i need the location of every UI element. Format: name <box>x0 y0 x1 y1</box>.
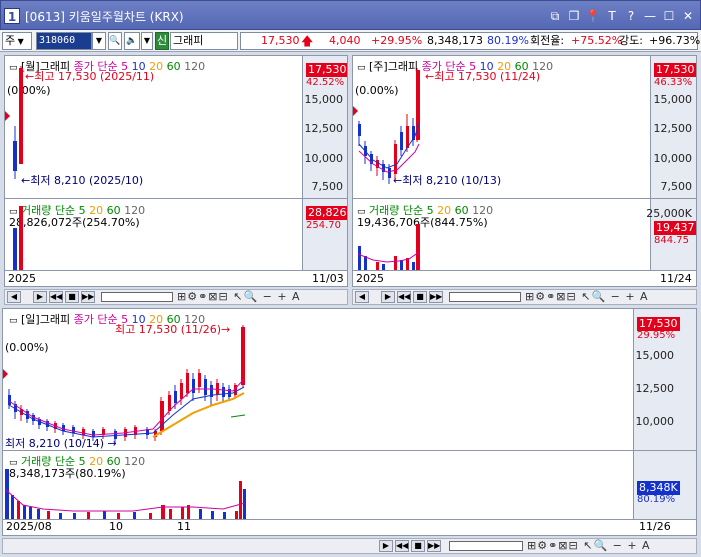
daily-date-label: 11 <box>177 520 191 533</box>
text-icon[interactable]: T <box>604 8 620 24</box>
up-arrow-icon: 🡅 <box>301 34 314 48</box>
monthly-volume-bars <box>13 206 23 270</box>
monthly-date-left: 2025 <box>8 272 36 285</box>
daily-pct: 29.95% <box>637 330 676 341</box>
play-button[interactable]: ▶ <box>33 291 47 303</box>
window-title: [0613] 키움일주월차트 (KRX) <box>25 10 184 24</box>
daily-date-right: 11/26 <box>639 520 671 533</box>
window-controls: ⧉ ❐ 📍 T ? — ☐ ✕ <box>547 8 696 24</box>
stock-toolbar: 주 ▼ 318060 ▼ 🔍 🔈 ▼ 신 그래피 17,530 🡅 4,040 … <box>0 30 701 52</box>
window-titlebar: 1 [0613] 키움일주월차트 (KRX) ⧉ ❐ 📍 T ? — ☐ ✕ <box>0 0 701 30</box>
weekly-volume-badge: 19,437 <box>654 221 696 235</box>
weekly-date-right: 11/24 <box>660 272 692 285</box>
daily-scroll-controls: ▶ ◀◀ ■ ▶▶ ⊞⚙⚭⊠⊟ ↖🔍 − + A <box>2 538 697 554</box>
code-dropdown-icon[interactable]: ▼ <box>92 32 106 50</box>
zoom-slider[interactable] <box>449 541 523 551</box>
daily-ytick: 10,000 <box>635 415 675 428</box>
stop-button[interactable]: ■ <box>411 540 425 552</box>
weekly-ytick: 15,000 <box>653 93 693 106</box>
divider <box>3 519 696 520</box>
current-price: 17,530 <box>261 34 300 47</box>
price-change-pct: +29.95% <box>371 34 423 47</box>
monthly-ytick: 7,500 <box>311 180 344 193</box>
volume-ratio: 80.19% <box>487 34 529 47</box>
window-number-badge[interactable]: 1 <box>4 8 20 24</box>
fast-forward-button[interactable]: ▶▶ <box>429 291 443 303</box>
monthly-volume-badge: 28,826 <box>306 206 347 220</box>
market-select[interactable]: 주 ▼ <box>2 32 32 50</box>
weekly-ytick: 7,500 <box>660 180 693 193</box>
weekly-chart-panel: ▭ [주]그래피 종가 단순 5 10 20 60 120 17,530 46.… <box>352 55 697 287</box>
turnover-value: +75.52% <box>571 34 623 47</box>
monthly-ytick: 12,500 <box>304 122 344 135</box>
scroll-left-button[interactable]: ◀ <box>355 291 369 303</box>
daily-volume-bars <box>4 469 246 519</box>
strength-label: 강도: <box>619 34 643 47</box>
stock-name-field: 그래피 <box>170 32 238 50</box>
weekly-volume-bars <box>357 224 420 270</box>
stop-button[interactable]: ■ <box>413 291 427 303</box>
monthly-ytick: 15,000 <box>304 93 344 106</box>
rewind-button[interactable]: ◀◀ <box>397 291 411 303</box>
monthly-volume-pct: 254.70 <box>306 220 341 231</box>
monthly-ytick: 10,000 <box>304 152 344 165</box>
daily-ytick: 12,500 <box>635 382 675 395</box>
play-button[interactable]: ▶ <box>381 291 395 303</box>
credit-badge: 신 <box>155 32 169 50</box>
daily-volume-pct: 80.19% <box>637 494 676 505</box>
trade-volume: 8,348,173 <box>427 34 483 47</box>
daily-volume-badge: 8,348K <box>637 481 680 495</box>
speaker-icon[interactable]: 🔈 <box>124 32 140 50</box>
zoom-slider[interactable] <box>449 292 521 302</box>
weekly-scroll-controls: ◀ ▶ ◀◀ ■ ▶▶ ⊞⚙⚭⊠⊟ ↖🔍 − + A <box>352 289 697 305</box>
scroll-left-button[interactable]: ◀ <box>7 291 21 303</box>
maximize-button[interactable]: ☐ <box>661 8 677 24</box>
weekly-volume-pct: 844.75 <box>654 235 689 246</box>
play-button[interactable]: ▶ <box>379 540 393 552</box>
fast-forward-button[interactable]: ▶▶ <box>427 540 441 552</box>
monthly-volume-bar <box>13 228 17 270</box>
monthly-price-badge: 17,530 <box>306 63 347 77</box>
chart-tool-icons[interactable]: ⊞⚙⚭⊠⊟ ↖🔍 − + A <box>525 290 649 303</box>
link-icon[interactable]: ⧉ <box>547 8 563 24</box>
divider <box>5 270 347 271</box>
daily-chart-panel: ▭ [일]그래피 종가 단순 5 10 20 60 120 17,530 29.… <box>2 308 697 536</box>
search-icon[interactable]: 🔍 <box>108 32 122 50</box>
daily-date-label: 10 <box>109 520 123 533</box>
speaker-dropdown-icon[interactable]: ▼ <box>141 32 153 50</box>
pin-icon[interactable]: 📍 <box>585 8 601 24</box>
turnover-label: 회전율: <box>530 34 565 47</box>
stock-code-input[interactable]: 318060 <box>36 32 92 50</box>
rewind-button[interactable]: ◀◀ <box>395 540 409 552</box>
minimize-button[interactable]: — <box>642 8 658 24</box>
price-change: 4,040 <box>329 34 361 47</box>
monthly-pct: 42.52% <box>306 77 345 88</box>
chart-tool-icons[interactable]: ⊞⚙⚭⊠⊟ ↖🔍 − + A <box>527 539 651 552</box>
chart-tool-icons[interactable]: ⊞⚙⚭⊠⊟ ↖🔍 − + A <box>177 290 301 303</box>
weekly-pct: 46.33% <box>654 77 693 88</box>
fast-forward-button[interactable]: ▶▶ <box>81 291 95 303</box>
zoom-slider[interactable] <box>101 292 173 302</box>
daily-date-label: 2025/08 <box>6 520 52 533</box>
strength-value: +96.73% <box>649 34 701 47</box>
weekly-ytick: 12,500 <box>653 122 693 135</box>
weekly-price-badge: 17,530 <box>654 63 696 77</box>
daily-price-badge: 17,530 <box>637 317 680 331</box>
stop-button[interactable]: ■ <box>65 291 79 303</box>
monthly-chart-panel: ▭ [월]그래피 종가 단순 5 10 20 60 120 17,530 42.… <box>4 55 348 287</box>
monthly-scroll-controls: ◀ ▶ ◀◀ ■ ▶▶ ⊞⚙⚭⊠⊟ ↖🔍 − + A <box>4 289 348 305</box>
monthly-date-right: 11/03 <box>312 272 344 285</box>
weekly-date-left: 2025 <box>356 272 384 285</box>
daily-ytick: 15,000 <box>635 349 675 362</box>
monthly-volume-bar <box>19 206 23 270</box>
divider <box>353 270 696 271</box>
quote-strip: 17,530 🡅 4,040 +29.95% 8,348,173 80.19% … <box>240 32 701 50</box>
close-button[interactable]: ✕ <box>680 8 696 24</box>
weekly-volume-top-tick: 25,000K <box>646 207 692 220</box>
help-icon[interactable]: ? <box>623 8 639 24</box>
copy-window-icon[interactable]: ❐ <box>566 8 582 24</box>
rewind-button[interactable]: ◀◀ <box>49 291 63 303</box>
weekly-ytick: 10,000 <box>653 152 693 165</box>
